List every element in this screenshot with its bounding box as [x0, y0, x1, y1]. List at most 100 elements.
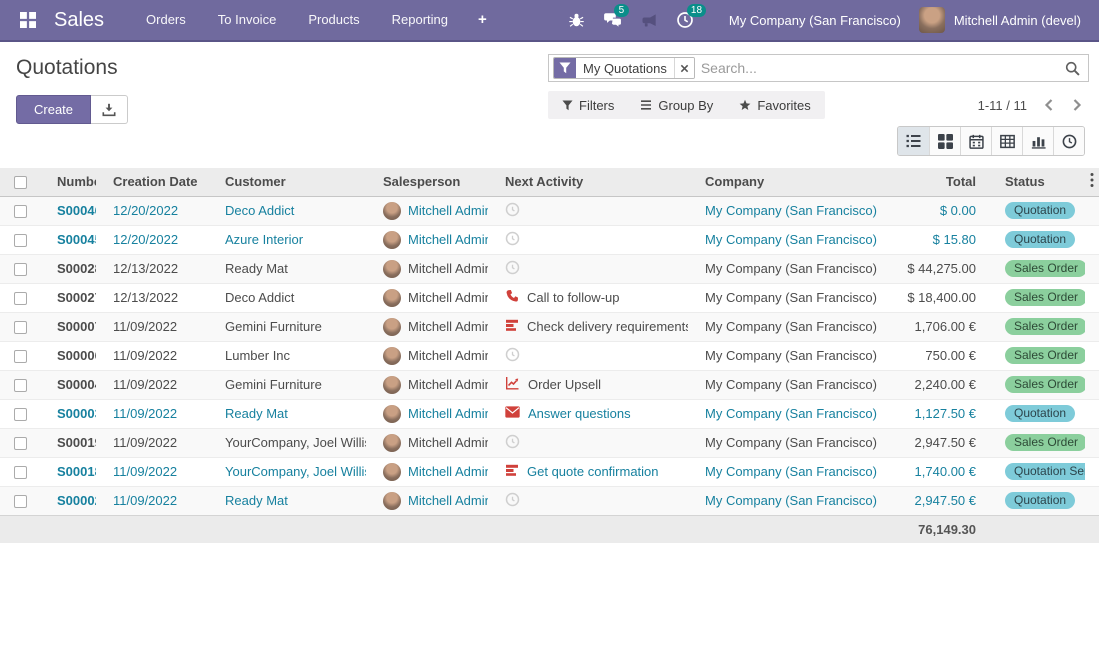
- table-row[interactable]: S00046 12/20/2022 Deco Addict Mitchell A…: [0, 196, 1099, 225]
- order-number[interactable]: S00007: [57, 319, 96, 334]
- customer-link[interactable]: Azure Interior: [208, 225, 366, 254]
- table-row[interactable]: S00003 11/09/2022 Ready Mat Mitchell Adm…: [0, 399, 1099, 428]
- activities-button[interactable]: 18: [667, 0, 703, 41]
- row-checkbox[interactable]: [14, 379, 27, 392]
- company-link[interactable]: My Company (San Francisco): [688, 457, 888, 486]
- customer-link[interactable]: Deco Addict: [208, 283, 366, 312]
- salesperson-link[interactable]: Mitchell Admin: [408, 232, 488, 247]
- clock-icon[interactable]: [505, 260, 520, 278]
- row-checkbox[interactable]: [14, 321, 27, 334]
- salesperson-link[interactable]: Mitchell Admin: [408, 435, 488, 450]
- column-header-next-activity[interactable]: Next Activity: [488, 168, 688, 196]
- column-header-company[interactable]: Company: [688, 168, 888, 196]
- view-kanban-button[interactable]: [929, 127, 960, 155]
- clock-icon[interactable]: [505, 434, 520, 452]
- clock-icon[interactable]: [505, 231, 520, 249]
- select-all-checkbox[interactable]: [14, 176, 27, 189]
- pager-next-button[interactable]: [1070, 96, 1085, 114]
- creation-date[interactable]: 11/09/2022: [96, 370, 208, 399]
- company-link[interactable]: My Company (San Francisco): [688, 399, 888, 428]
- table-row[interactable]: S00002 11/09/2022 Ready Mat Mitchell Adm…: [0, 486, 1099, 515]
- column-header-total[interactable]: Total: [888, 168, 988, 196]
- table-row[interactable]: S00006 11/09/2022 Lumber Inc Mitchell Ad…: [0, 341, 1099, 370]
- messages-button[interactable]: 5: [594, 0, 632, 41]
- filters-button[interactable]: Filters: [562, 98, 614, 113]
- table-row[interactable]: S00007 11/09/2022 Gemini Furniture Mitch…: [0, 312, 1099, 341]
- optional-columns-button[interactable]: [1085, 168, 1099, 196]
- salesperson-link[interactable]: Mitchell Admin: [408, 406, 488, 421]
- view-activity-button[interactable]: [1053, 127, 1084, 155]
- company-link[interactable]: My Company (San Francisco): [688, 428, 888, 457]
- row-checkbox[interactable]: [14, 263, 27, 276]
- table-row[interactable]: S00018 11/09/2022 YourCompany, Joel Will…: [0, 457, 1099, 486]
- column-header-customer[interactable]: Customer: [208, 168, 366, 196]
- pager-previous-button[interactable]: [1041, 96, 1056, 114]
- order-number[interactable]: S00004: [57, 377, 96, 392]
- customer-link[interactable]: Lumber Inc: [208, 341, 366, 370]
- row-checkbox[interactable]: [14, 292, 27, 305]
- table-row[interactable]: S00019 11/09/2022 YourCompany, Joel Will…: [0, 428, 1099, 457]
- create-button[interactable]: Create: [16, 95, 91, 124]
- clock-icon[interactable]: [505, 202, 520, 220]
- activity-label[interactable]: Check delivery requirements: [527, 319, 688, 334]
- upsell-chart-icon[interactable]: [505, 376, 520, 393]
- creation-date[interactable]: 12/20/2022: [96, 196, 208, 225]
- order-number[interactable]: S00046: [57, 203, 96, 218]
- creation-date[interactable]: 12/13/2022: [96, 254, 208, 283]
- favorites-button[interactable]: Favorites: [739, 98, 810, 113]
- company-link[interactable]: My Company (San Francisco): [688, 283, 888, 312]
- activity-label[interactable]: Order Upsell: [528, 377, 601, 392]
- export-button[interactable]: [91, 95, 128, 124]
- salesperson-link[interactable]: Mitchell Admin: [408, 464, 488, 479]
- view-list-button[interactable]: [898, 127, 929, 155]
- company-link[interactable]: My Company (San Francisco): [688, 225, 888, 254]
- nav-item-to-invoice[interactable]: To Invoice: [202, 0, 293, 41]
- creation-date[interactable]: 11/09/2022: [96, 399, 208, 428]
- activity-label[interactable]: Get quote confirmation: [527, 464, 659, 479]
- company-link[interactable]: My Company (San Francisco): [688, 370, 888, 399]
- activity-label[interactable]: Call to follow-up: [527, 290, 620, 305]
- column-header-salesperson[interactable]: Salesperson: [366, 168, 488, 196]
- creation-date[interactable]: 11/09/2022: [96, 312, 208, 341]
- apps-menu-button[interactable]: [14, 0, 42, 41]
- column-header-status[interactable]: Status: [988, 168, 1085, 196]
- order-number[interactable]: S00018: [57, 464, 96, 479]
- table-row[interactable]: S00004 11/09/2022 Gemini Furniture Mitch…: [0, 370, 1099, 399]
- customer-link[interactable]: YourCompany, Joel Willis: [208, 457, 366, 486]
- customer-link[interactable]: Ready Mat: [208, 399, 366, 428]
- order-number[interactable]: S00003: [57, 406, 96, 421]
- row-checkbox[interactable]: [14, 408, 27, 421]
- row-checkbox[interactable]: [14, 234, 27, 247]
- company-link[interactable]: My Company (San Francisco): [688, 312, 888, 341]
- group-by-button[interactable]: Group By: [640, 98, 713, 113]
- debug-bug-button[interactable]: [559, 0, 594, 41]
- user-menu[interactable]: Mitchell Admin (devel): [945, 13, 1087, 28]
- row-checkbox[interactable]: [14, 466, 27, 479]
- row-checkbox[interactable]: [14, 437, 27, 450]
- customer-link[interactable]: Gemini Furniture: [208, 370, 366, 399]
- view-graph-button[interactable]: [1022, 127, 1053, 155]
- clock-icon[interactable]: [505, 347, 520, 365]
- row-checkbox[interactable]: [14, 495, 27, 508]
- row-checkbox[interactable]: [14, 205, 27, 218]
- salesperson-link[interactable]: Mitchell Admin: [408, 348, 488, 363]
- creation-date[interactable]: 12/20/2022: [96, 225, 208, 254]
- clock-icon[interactable]: [505, 492, 520, 510]
- facet-remove-button[interactable]: [674, 58, 694, 78]
- salesperson-link[interactable]: Mitchell Admin: [408, 377, 488, 392]
- view-calendar-button[interactable]: [960, 127, 991, 155]
- table-row[interactable]: S00028 12/13/2022 Ready Mat Mitchell Adm…: [0, 254, 1099, 283]
- customer-link[interactable]: Gemini Furniture: [208, 312, 366, 341]
- tasks-icon[interactable]: [505, 463, 519, 480]
- order-number[interactable]: S00006: [57, 348, 96, 363]
- column-header-creation-date[interactable]: Creation Date: [96, 168, 208, 196]
- salesperson-link[interactable]: Mitchell Admin: [408, 261, 488, 276]
- nav-item-products[interactable]: Products: [292, 0, 375, 41]
- user-avatar[interactable]: [919, 7, 945, 33]
- order-number[interactable]: S00019: [57, 435, 96, 450]
- company-switcher[interactable]: My Company (San Francisco): [703, 13, 919, 28]
- table-row[interactable]: S00045 12/20/2022 Azure Interior Mitchel…: [0, 225, 1099, 254]
- order-number[interactable]: S00002: [57, 493, 96, 508]
- company-link[interactable]: My Company (San Francisco): [688, 341, 888, 370]
- salesperson-link[interactable]: Mitchell Admin: [408, 493, 488, 508]
